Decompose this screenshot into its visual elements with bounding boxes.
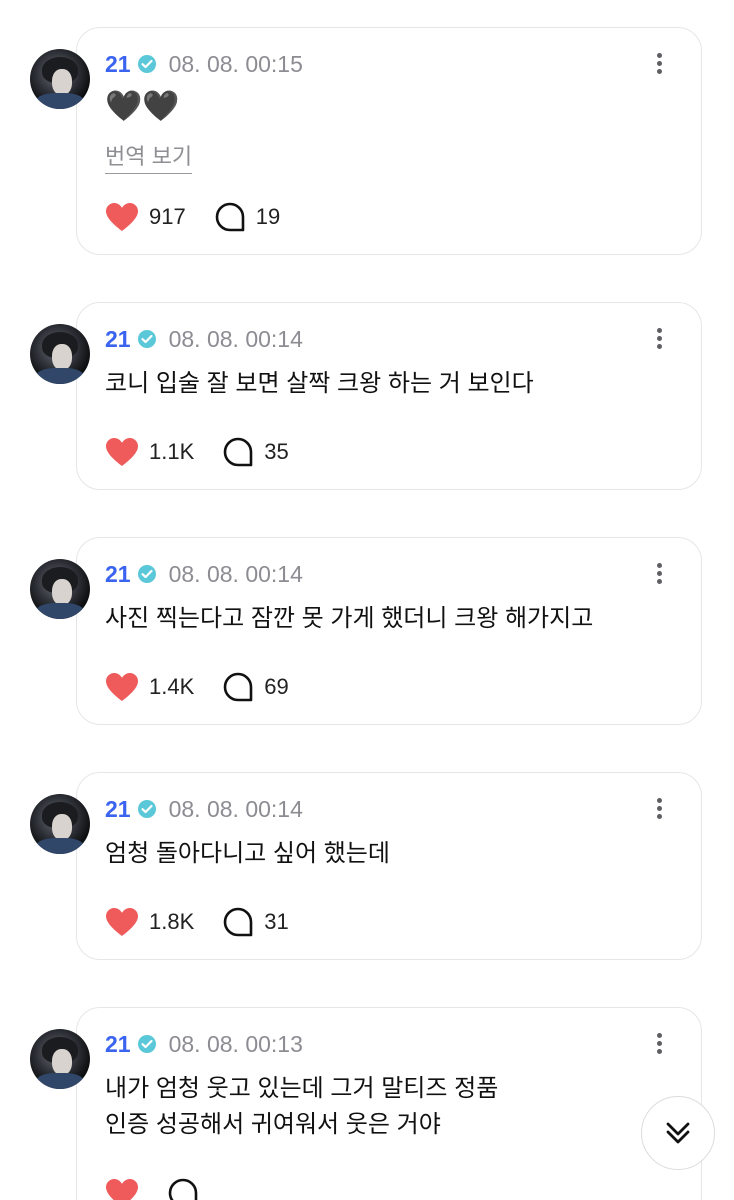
like-count: 1.4K xyxy=(149,674,195,699)
heart-icon[interactable] xyxy=(105,437,139,467)
comment-bubble-icon[interactable] xyxy=(222,906,254,938)
post-text: 사진 찍는다고 잠깐 못 가게 했더니 크왕 해가지고 xyxy=(105,605,594,632)
verified-badge-icon xyxy=(137,800,156,818)
verified-badge-icon xyxy=(137,565,156,583)
post-text: 엄청 돌아다니고 싶어 했는데 xyxy=(105,840,390,867)
chevron-double-down-icon xyxy=(666,1122,690,1144)
avatar[interactable] xyxy=(30,1029,90,1089)
post-stats: 917 19 xyxy=(105,201,280,233)
verified-badge-icon xyxy=(137,55,156,73)
timestamp: 08. 08. 00:14 xyxy=(168,325,303,352)
post: 21 08. 08. 00:13 내가 엄청 웃고 있는데 그거 말티즈 정품 … xyxy=(0,1007,734,1200)
avatar[interactable] xyxy=(30,324,90,384)
comment-bubble-icon[interactable] xyxy=(222,436,254,468)
author-name[interactable]: 21 xyxy=(105,51,131,78)
post-text: 🖤🖤 xyxy=(105,90,180,123)
comment-bubble-icon[interactable] xyxy=(222,671,254,703)
more-vertical-icon[interactable] xyxy=(650,798,668,822)
more-vertical-icon[interactable] xyxy=(650,563,668,587)
post-header: 21 08. 08. 00:14 xyxy=(105,559,303,589)
post: 21 08. 08. 00:14 엄청 돌아다니고 싶어 했는데 1.8K 31 xyxy=(0,772,734,1007)
scroll-to-bottom-button[interactable] xyxy=(641,1096,715,1170)
post-header: 21 08. 08. 00:15 xyxy=(105,49,303,79)
post-header: 21 08. 08. 00:14 xyxy=(105,324,303,354)
heart-icon[interactable] xyxy=(105,907,139,937)
author-name[interactable]: 21 xyxy=(105,326,131,353)
post: 21 08. 08. 00:14 사진 찍는다고 잠깐 못 가게 했더니 크왕 … xyxy=(0,537,734,772)
comment-bubble-icon[interactable] xyxy=(167,1177,199,1200)
post-stats: 1.8K 31 xyxy=(105,906,289,938)
author-name[interactable]: 21 xyxy=(105,796,131,823)
post: 21 08. 08. 00:14 코니 입술 잘 보면 살짝 크왕 하는 거 보… xyxy=(0,302,734,537)
comment-count: 31 xyxy=(264,909,289,934)
verified-badge-icon xyxy=(137,1035,156,1053)
timestamp: 08. 08. 00:13 xyxy=(168,1030,303,1057)
comment-count: 19 xyxy=(255,204,281,229)
author-name[interactable]: 21 xyxy=(105,561,131,588)
post-header: 21 08. 08. 00:14 xyxy=(105,794,303,824)
like-count: 1.1K xyxy=(149,439,195,464)
heart-icon[interactable] xyxy=(105,672,139,702)
avatar[interactable] xyxy=(30,794,90,854)
post-stats xyxy=(105,1177,199,1200)
more-vertical-icon[interactable] xyxy=(650,1033,668,1057)
timestamp: 08. 08. 00:15 xyxy=(168,50,303,77)
comment-bubble-icon[interactable] xyxy=(214,201,246,233)
comment-count: 35 xyxy=(264,439,289,464)
post-stats: 1.1K 35 xyxy=(105,436,289,468)
timestamp: 08. 08. 00:14 xyxy=(168,795,303,822)
post-text: 내가 엄청 웃고 있는데 그거 말티즈 정품 인증 성공해서 귀여워서 웃은 거… xyxy=(105,1071,498,1143)
post-text-line: 인증 성공해서 귀여워서 웃은 거야 xyxy=(105,1111,441,1138)
timestamp: 08. 08. 00:14 xyxy=(168,560,303,587)
avatar[interactable] xyxy=(30,559,90,619)
post-stats: 1.4K 69 xyxy=(105,671,289,703)
post-header: 21 08. 08. 00:13 xyxy=(105,1029,303,1059)
like-count: 1.8K xyxy=(149,909,195,934)
like-count: 917 xyxy=(149,204,186,229)
more-vertical-icon[interactable] xyxy=(650,328,668,352)
avatar[interactable] xyxy=(30,49,90,109)
post-text: 코니 입술 잘 보면 살짝 크왕 하는 거 보인다 xyxy=(105,370,534,397)
comment-count: 69 xyxy=(264,674,289,699)
heart-icon[interactable] xyxy=(105,1178,139,1200)
translate-link[interactable]: 번역 보기 xyxy=(105,139,193,174)
verified-badge-icon xyxy=(137,330,156,348)
post: 21 08. 08. 00:15 🖤🖤 번역 보기 917 19 xyxy=(0,27,734,262)
author-name[interactable]: 21 xyxy=(105,1031,131,1058)
post-text-line: 내가 엄청 웃고 있는데 그거 말티즈 정품 xyxy=(105,1075,499,1102)
more-vertical-icon[interactable] xyxy=(650,53,668,77)
heart-icon[interactable] xyxy=(105,202,139,232)
